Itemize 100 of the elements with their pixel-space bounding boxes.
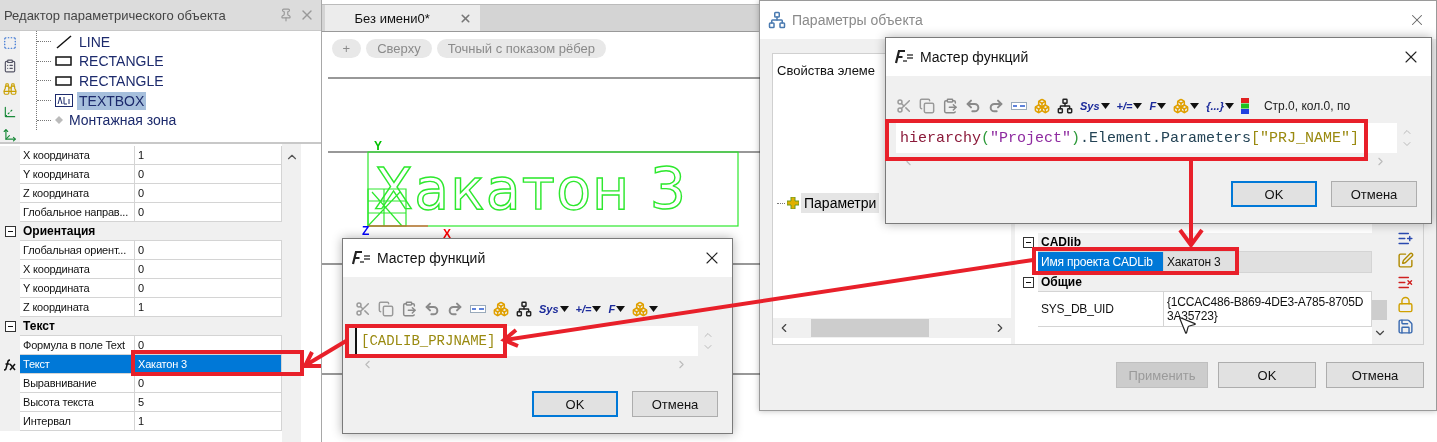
app-icon	[768, 11, 786, 29]
textbox-drawing: Хакатон 3	[366, 151, 739, 227]
save-icon[interactable]	[1396, 318, 1414, 335]
insert-button[interactable]: F	[608, 300, 626, 318]
axes-icon[interactable]	[3, 105, 17, 119]
property-name[interactable]: Y координата	[20, 279, 135, 298]
dialog-title: Мастер функций	[920, 49, 1030, 65]
insert-button[interactable]: {...}	[1206, 97, 1234, 115]
insert-button[interactable]: F	[1149, 97, 1167, 115]
lock-icon[interactable]	[1396, 296, 1414, 313]
property-name[interactable]: Y координата	[20, 165, 135, 184]
cut-button[interactable]	[896, 97, 912, 115]
formula-editor[interactable]: hierarchy("Project").Element.Parameters["PRJ_NAME"]	[896, 123, 1397, 153]
property-value[interactable]: 0	[135, 374, 282, 393]
dialog-button[interactable]: Отмена	[1326, 362, 1424, 388]
undo-button[interactable]	[965, 97, 981, 115]
tree-item[interactable]: Монтажная зона	[67, 111, 179, 130]
property-name[interactable]: Глобальная ориент...	[20, 241, 135, 260]
dialog-button[interactable]: Отмена	[632, 391, 718, 417]
binoculars-icon[interactable]	[3, 82, 17, 96]
field-icon	[470, 305, 486, 313]
copy-button[interactable]	[919, 97, 935, 115]
dialog-button[interactable]: Отмена	[1331, 181, 1417, 207]
tree-item[interactable]: Параметри	[801, 193, 880, 213]
group-header[interactable]: Ориентация	[20, 222, 282, 241]
function-icon	[894, 49, 914, 65]
axis-label: X	[442, 227, 451, 241]
hierarchy-button[interactable]	[516, 300, 532, 318]
properties-icon[interactable]	[3, 59, 17, 73]
select-icon[interactable]	[3, 36, 17, 50]
add-row-icon[interactable]	[1396, 230, 1414, 247]
caret-icon	[616, 306, 626, 312]
color-button[interactable]	[1240, 97, 1249, 115]
scissors-icon	[896, 98, 912, 114]
property-name[interactable]: Высота текста	[20, 393, 135, 412]
paste-button[interactable]	[401, 300, 417, 318]
insert-button[interactable]: +/=	[1116, 97, 1143, 115]
pin-icon[interactable]	[278, 8, 293, 22]
document-tab[interactable]: Без имени0*	[324, 5, 480, 31]
color-bars-icon	[1240, 98, 1249, 114]
group-header[interactable]: Общие	[1038, 273, 1372, 292]
hierarchy-icon	[1057, 98, 1073, 114]
paste-button[interactable]	[942, 97, 958, 115]
cut-button[interactable]	[355, 300, 371, 318]
caret-icon	[649, 306, 659, 312]
caret-icon	[1157, 103, 1167, 109]
tree-item[interactable]: RECTANGLE	[77, 52, 166, 71]
cubes-icon	[493, 301, 509, 317]
axis-label: Z	[361, 224, 369, 238]
undo-icon	[424, 301, 440, 317]
annotation-arrow	[301, 339, 348, 368]
textbox-icon	[55, 94, 73, 108]
redo-icon	[988, 98, 1004, 114]
pane-header: Свойства элеме	[777, 63, 876, 78]
property-name[interactable]: Z координата	[20, 184, 135, 203]
hierarchy-button[interactable]	[1057, 97, 1073, 115]
redo-button[interactable]	[988, 97, 1004, 115]
cross-icon	[787, 197, 799, 209]
insert-button[interactable]: Sys	[539, 300, 569, 318]
collapse-icon[interactable]	[1022, 277, 1034, 288]
clipboard-icon	[942, 98, 958, 114]
property-name[interactable]: SYS_DB_UID	[1038, 292, 1164, 327]
objects-button[interactable]	[1173, 97, 1200, 115]
property-name[interactable]: X координата	[20, 260, 135, 279]
property-value[interactable]: Хакатон 3	[1164, 252, 1372, 273]
point-icon	[55, 116, 63, 125]
undo-button[interactable]	[424, 300, 440, 318]
redo-button[interactable]	[447, 300, 463, 318]
dialog-button[interactable]: OK	[1231, 181, 1317, 207]
property-name[interactable]: Имя проекта CADLib	[1038, 252, 1164, 273]
tree-item[interactable]: TEXTBOX	[77, 91, 147, 110]
caret-icon	[1224, 103, 1234, 109]
edit-icon[interactable]	[1396, 252, 1414, 269]
scrollbar-thumb[interactable]	[1372, 300, 1387, 320]
property-name[interactable]: X координата	[20, 146, 135, 165]
tree-item[interactable]: RECTANGLE	[77, 72, 166, 90]
scrollbar-thumb[interactable]	[811, 319, 929, 337]
tree-item[interactable]: LINE	[77, 32, 113, 51]
delete-row-icon[interactable]	[1396, 274, 1414, 291]
cubes-icon	[1173, 98, 1190, 114]
property-name[interactable]: Выравнивание	[20, 374, 135, 393]
panel-title: Редактор параметрического объекта	[4, 7, 227, 23]
line-icon	[55, 33, 73, 50]
insert-button[interactable]: Sys	[1080, 97, 1110, 115]
copy-button[interactable]	[378, 300, 394, 318]
dialog-button[interactable]: OK	[1218, 362, 1316, 388]
collapse-icon[interactable]	[4, 226, 16, 237]
rectangle-icon	[55, 75, 73, 87]
dialog-button[interactable]: OK	[532, 391, 618, 417]
collapse-icon[interactable]	[4, 321, 16, 332]
property-name[interactable]: Интервал	[20, 412, 135, 431]
objects-button[interactable]	[632, 300, 659, 318]
insert-button[interactable]: +/=	[575, 300, 602, 318]
move-axes-icon[interactable]	[3, 128, 17, 142]
collapse-icon[interactable]	[1022, 237, 1034, 248]
window-title: Параметры объекта	[792, 12, 924, 28]
axis-label: Y	[373, 139, 382, 153]
group-header[interactable]: Текст	[20, 317, 282, 336]
function-icon	[351, 250, 371, 266]
cubes-icon	[1034, 98, 1050, 114]
